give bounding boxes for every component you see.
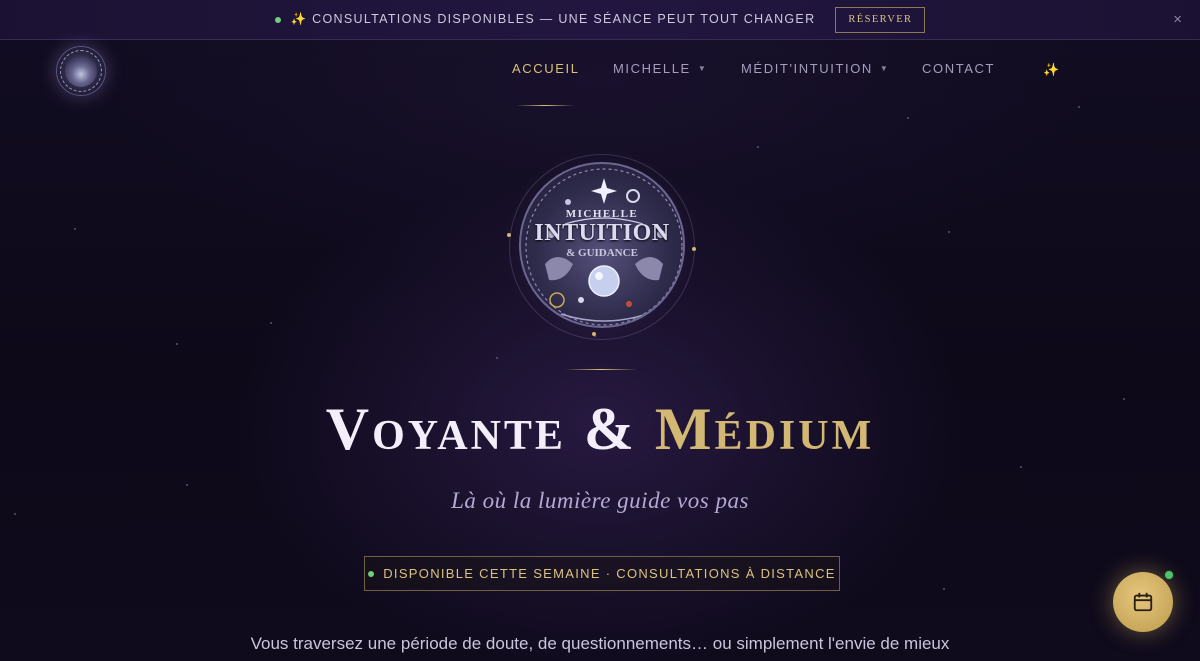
main-nav: ACCUEIL MICHELLE ▼ MÉDIT'INTUITION ▼ CON… (0, 61, 1200, 81)
nav-item-michelle[interactable]: MICHELLE ▼ (613, 61, 707, 76)
orbit-dot (592, 332, 596, 336)
nav-item-accueil[interactable]: ACCUEIL (512, 61, 580, 76)
nav-item-contact[interactable]: CONTACT (922, 61, 995, 76)
orbit-dot (507, 233, 511, 237)
emblem-title: INTUITION (534, 220, 670, 246)
hero-title-part1: Voyante & (325, 396, 655, 462)
sparkles-icon[interactable]: ✨ (1043, 62, 1059, 78)
chevron-down-icon: ▼ (879, 64, 890, 73)
hero-tagline: Là où la lumière guide vos pas (451, 488, 749, 513)
intro-text: Vous traversez une période de doute, de … (250, 634, 950, 653)
availability-text: DISPONIBLE CETTE SEMAINE · CONSULTATIONS… (383, 566, 836, 581)
reserve-button[interactable]: RÉSERVER (835, 6, 926, 33)
orbit-dot (692, 247, 696, 251)
calendar-icon (1133, 592, 1153, 612)
nav-item-meditintuition[interactable]: MÉDIT'INTUITION ▼ (741, 61, 889, 76)
hero-title: Voyante & Médium (0, 395, 1200, 464)
nav-item-label: ACCUEIL (512, 61, 580, 76)
emblem-name: MICHELLE (565, 208, 639, 220)
nav-item-label: MICHELLE (613, 61, 691, 76)
close-icon[interactable]: × (1173, 11, 1182, 28)
active-nav-underline (516, 105, 574, 106)
notification-badge (1164, 570, 1174, 580)
nav-item-label: CONTACT (922, 61, 996, 76)
chevron-down-icon: ▼ (697, 64, 708, 73)
emblem-subtitle: & GUIDANCE (566, 247, 638, 259)
hero-title-part2: Médium (654, 396, 875, 462)
status-dot-icon (274, 16, 281, 23)
availability-badge: DISPONIBLE CETTE SEMAINE · CONSULTATIONS… (364, 556, 840, 591)
booking-fab-button[interactable] (1113, 572, 1173, 632)
hero-divider (565, 369, 637, 370)
nav-item-label: MÉDIT'INTUITION (741, 61, 873, 76)
announcement-message: ✨ CONSULTATIONS DISPONIBLES — UNE SÉANCE… (290, 12, 816, 26)
status-dot-icon (368, 570, 375, 577)
announcement-bar: ✨ CONSULTATIONS DISPONIBLES — UNE SÉANCE… (0, 0, 1200, 40)
hero-emblem: MICHELLE INTUITION & GUIDANCE (519, 162, 685, 328)
